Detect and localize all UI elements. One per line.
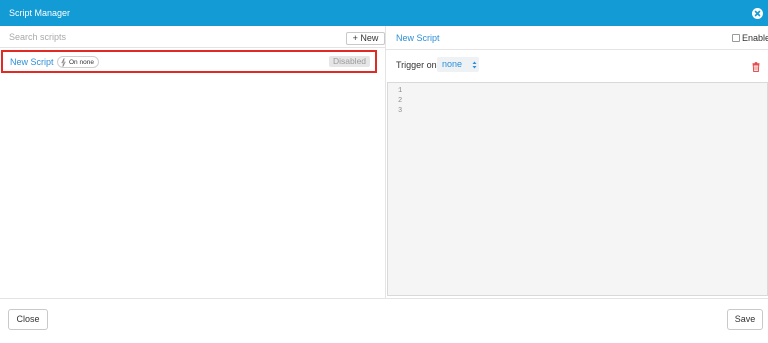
trash-icon[interactable] bbox=[752, 62, 760, 72]
trigger-select[interactable]: none bbox=[437, 57, 479, 72]
script-list-item[interactable]: New Script On none Disabled bbox=[1, 50, 377, 73]
enable-checkbox[interactable] bbox=[732, 34, 740, 42]
script-item-name: New Script bbox=[10, 57, 54, 67]
close-button[interactable]: Close bbox=[8, 309, 48, 330]
trigger-chip: On none bbox=[57, 56, 99, 68]
trigger-label: Trigger on bbox=[396, 60, 437, 70]
line-number: 3 bbox=[398, 107, 403, 115]
line-number: 2 bbox=[398, 97, 403, 105]
script-detail-pane: New Script Enable Trigger on none 1 2 3 bbox=[386, 26, 768, 298]
enable-label: Enable bbox=[742, 33, 768, 43]
window-title: Script Manager bbox=[9, 8, 71, 18]
script-name-title[interactable]: New Script bbox=[396, 33, 440, 43]
line-number: 1 bbox=[398, 87, 403, 95]
code-editor[interactable]: 1 2 3 bbox=[387, 82, 768, 296]
search-row: + New bbox=[0, 26, 386, 48]
script-list-pane: + New New Script On none Disabled bbox=[0, 26, 386, 298]
new-script-button[interactable]: + New bbox=[346, 32, 385, 45]
detail-header: New Script Enable bbox=[386, 26, 768, 50]
enable-toggle[interactable]: Enable bbox=[732, 33, 768, 43]
select-arrows-icon bbox=[472, 61, 477, 69]
title-bar: Script Manager bbox=[0, 0, 768, 26]
lightning-icon bbox=[61, 57, 66, 67]
dialog-footer: Close Save bbox=[0, 298, 768, 343]
save-button[interactable]: Save bbox=[727, 309, 763, 330]
trigger-select-value: none bbox=[442, 59, 463, 69]
trigger-chip-label: On none bbox=[69, 58, 94, 66]
close-circle-icon[interactable] bbox=[752, 8, 763, 19]
search-input[interactable] bbox=[9, 30, 309, 44]
status-badge: Disabled bbox=[329, 56, 370, 67]
line-number-gutter: 1 2 3 bbox=[398, 86, 402, 116]
trigger-row: Trigger on none bbox=[386, 50, 768, 80]
